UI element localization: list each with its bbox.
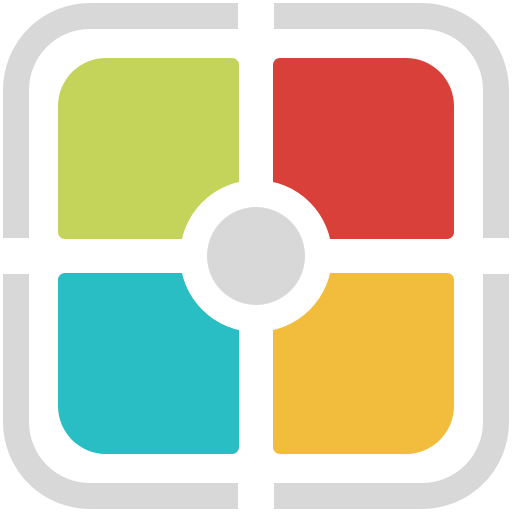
app-icon	[3, 3, 509, 509]
center-dot	[207, 207, 305, 305]
